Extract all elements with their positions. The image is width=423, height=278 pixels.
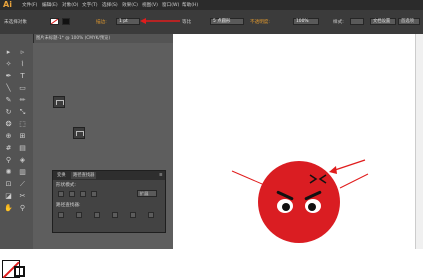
- anger-mark-icon: [309, 174, 327, 184]
- stroke-color-swatch[interactable]: [14, 266, 25, 277]
- left-pupil: [282, 203, 290, 211]
- right-eye: [305, 199, 321, 213]
- left-eye: [277, 199, 293, 213]
- annotation-lines: [231, 159, 369, 191]
- right-pupil: [308, 203, 316, 211]
- angry-face-illustration[interactable]: [258, 161, 340, 243]
